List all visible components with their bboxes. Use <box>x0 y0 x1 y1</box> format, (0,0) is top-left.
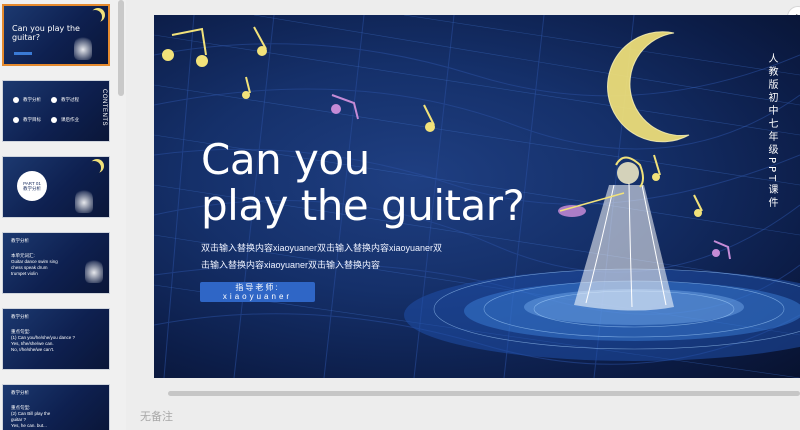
slide-thumbnail-6[interactable]: 教学分析 重点句型: (2) Can Bill play the guitar … <box>2 384 110 430</box>
notes-placeholder[interactable]: 无备注 <box>140 408 173 424</box>
thumbnail-body: 本单元词汇: Guitar dance swim sing chess spea… <box>11 253 58 276</box>
moon-icon <box>88 10 102 24</box>
violinist-figure <box>74 34 92 60</box>
contents-item: 教学过程 <box>61 97 79 102</box>
teacher-label-box[interactable]: 指导老师: xiaoyuaner <box>200 282 315 302</box>
crescent-moon-icon <box>607 31 690 143</box>
slide-body-text[interactable]: 双击输入替换内容xiaoyuaner双击输入替换内容xiaoyuaner双击输入… <box>201 240 451 274</box>
main-slide[interactable]: Can you play the guitar? 双击输入替换内容xiaoyua… <box>154 15 800 378</box>
thumbnail-body: 重点句型: (2) Can Bill play the guitar ? Yes… <box>11 405 51 428</box>
thumbnail-contents-label: CONTENTS <box>101 89 107 126</box>
teacher-label: 指导老师: <box>235 283 280 292</box>
slide-thumbnail-2[interactable]: CONTENTS 教学分析 教学过程 教学目标 课后作业 <box>2 80 110 142</box>
thumbnail-heading: 教学分析 <box>11 390 29 395</box>
slide-thumbnail-1[interactable]: Can you play the guitar? <box>2 4 110 66</box>
slide-thumbnail-5[interactable]: 教学分析 重点句型: (1) Can you/he/she/you dance … <box>2 308 110 370</box>
bullet-icon <box>51 97 57 103</box>
part-label: PART 01 教学分析 <box>23 181 41 191</box>
slide-thumbnail-4[interactable]: 教学分析 本单元词汇: Guitar dance swim sing chess… <box>2 232 110 294</box>
contents-item: 教学分析 <box>23 97 41 102</box>
slide-title[interactable]: Can you play the guitar? <box>201 137 525 229</box>
horizontal-scrollbar[interactable] <box>168 391 800 396</box>
bullet-icon <box>13 117 19 123</box>
slide-thumbnail-3[interactable]: PART 01 教学分析 <box>2 156 110 218</box>
contents-item: 课后作业 <box>61 117 79 122</box>
moon-icon <box>87 161 101 175</box>
thumbnail-heading: 教学分析 <box>11 238 29 243</box>
thumbnail-teacher-bar <box>14 52 32 55</box>
contents-item: 教学目标 <box>23 117 41 122</box>
slide-thumbnail-panel: Can you play the guitar? CONTENTS 教学分析 教… <box>0 0 126 430</box>
thumbnail-scrollbar[interactable] <box>118 0 124 96</box>
teacher-name: xiaoyuaner <box>222 292 293 301</box>
violinist-figure <box>85 257 103 283</box>
thumbnail-title: Can you play the guitar? <box>12 24 80 42</box>
bullet-icon <box>51 117 57 123</box>
thumbnail-heading: 教学分析 <box>11 314 29 319</box>
violinist-figure <box>75 187 93 213</box>
bullet-icon <box>13 97 19 103</box>
thumbnail-body: 重点句型: (1) Can you/he/she/you dance ? Yes… <box>11 329 76 352</box>
vertical-caption[interactable]: 人教版初中七年级PPT课件 <box>764 53 779 210</box>
